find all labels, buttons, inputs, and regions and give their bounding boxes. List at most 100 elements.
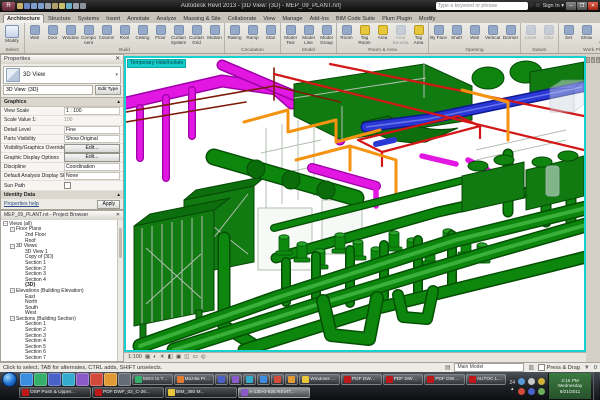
close-button[interactable]: ✕ <box>588 2 598 10</box>
press-drag-checkbox[interactable]: Press & Drag <box>538 364 580 371</box>
qat-icon[interactable] <box>59 3 65 9</box>
taskbar-button[interactable] <box>285 374 298 385</box>
taskbar-button[interactable]: PDF DWF_04_16... <box>341 374 382 385</box>
property-value[interactable]: 100 <box>64 117 120 123</box>
property-value[interactable]: Show Original <box>64 135 120 143</box>
taskbar-button[interactable] <box>257 374 270 385</box>
tray-icon[interactable] <box>528 388 535 395</box>
ribbon-panel-label[interactable]: Datum <box>522 47 557 53</box>
property-value[interactable]: Fine <box>64 126 120 134</box>
ribbon-panel-label[interactable]: Select <box>1 47 23 53</box>
ribbon-panel-label[interactable]: Work Plane <box>560 47 600 53</box>
restore-button[interactable]: ❐ <box>577 2 587 10</box>
ribbon-button[interactable]: Window <box>62 24 79 41</box>
taskbar-button[interactable]: MSG to Takeove... <box>132 374 173 385</box>
ribbon-button[interactable]: Model Text <box>282 24 299 46</box>
drawing-area[interactable]: Temporary Hide/Isolate <box>124 56 586 352</box>
quicklaunch-icon[interactable] <box>34 373 47 386</box>
browser-scrollbar[interactable] <box>117 220 123 361</box>
ribbon-tab[interactable]: Manage <box>279 15 305 23</box>
ribbon-tab[interactable]: Add-Ins <box>307 15 332 23</box>
ribbon-button[interactable]: Curtain Grid <box>188 24 205 46</box>
ribbon-tab[interactable]: Plum Plugin <box>379 15 415 23</box>
taskbar-button[interactable]: AUTOC LNP_B4... <box>466 374 507 385</box>
ribbon-button[interactable]: Grid <box>540 24 557 41</box>
ribbon-button[interactable]: Tag Room <box>356 24 373 46</box>
ribbon-tab[interactable]: Architecture <box>3 14 44 23</box>
property-value[interactable] <box>64 182 120 188</box>
tray-icon[interactable] <box>528 378 535 385</box>
ribbon-button[interactable]: Door <box>44 24 61 41</box>
taskbar-clock[interactable]: 4:16 PM Wednesday 9/21/2011 <box>548 373 591 399</box>
ribbon-tab[interactable]: Modify <box>416 15 438 23</box>
ribbon-button[interactable]: Tag Area <box>410 24 427 46</box>
quicklaunch-icon[interactable] <box>104 373 117 386</box>
view-minimize-icon[interactable]: – <box>586 57 590 63</box>
ribbon-button[interactable]: Area Boundary <box>392 24 409 46</box>
taskbar-button[interactable]: OSP Push & Upper... <box>19 387 91 398</box>
qat-icon[interactable] <box>52 3 58 9</box>
ribbon-button[interactable]: By Face <box>430 24 447 41</box>
ribbon-button[interactable]: Vertical <box>484 24 501 41</box>
ribbon-button[interactable]: Level <box>522 24 539 41</box>
taskbar-button[interactable]: BIM_360 M... <box>165 387 237 398</box>
ribbon-panel-label[interactable]: Build <box>26 47 223 53</box>
ribbon-button[interactable]: Ceiling <box>134 24 151 41</box>
temporary-hide-isolate-badge[interactable]: Temporary Hide/Isolate <box>127 59 186 68</box>
minimize-button[interactable]: – <box>566 2 576 10</box>
scale-control[interactable]: 1:100 <box>128 353 142 362</box>
ribbon-button[interactable]: Model Group <box>318 24 335 46</box>
ribbon-button[interactable]: Ref Plane <box>596 24 600 46</box>
property-value[interactable]: Edit... <box>64 144 120 152</box>
qat-icon[interactable] <box>31 3 37 9</box>
ribbon-button[interactable]: Wall <box>466 24 483 41</box>
quicklaunch-icon[interactable] <box>76 373 89 386</box>
worksets-icon[interactable]: ▤ <box>445 364 451 371</box>
property-value[interactable]: Edit... <box>64 153 120 161</box>
ribbon-button[interactable]: Show <box>578 24 595 41</box>
reveal-hidden-icon[interactable]: ◎ <box>201 353 206 362</box>
taskbar-button[interactable]: PDF DWF_04_14... <box>383 374 424 385</box>
3d-model-view[interactable] <box>126 58 584 350</box>
ribbon-button[interactable]: Curtain System <box>170 24 187 46</box>
shadows-icon[interactable]: ◧ <box>168 353 173 362</box>
search-icon[interactable]: ◌ <box>530 2 534 10</box>
ribbon-tab[interactable]: Collaborate <box>225 15 260 23</box>
quicklaunch-icon[interactable] <box>20 373 33 386</box>
ribbon-button[interactable]: Floor <box>152 24 169 41</box>
crop-view-icon[interactable]: ▣ <box>176 353 181 362</box>
type-selector[interactable]: 3D View ▾ <box>3 66 121 84</box>
ribbon-tab[interactable]: Massing & Site <box>180 15 223 23</box>
ribbon-button[interactable]: Shaft <box>448 24 465 41</box>
tree-item[interactable]: Section 7 <box>1 355 123 361</box>
qat-icon[interactable] <box>38 3 44 9</box>
crop-region-icon[interactable]: ◫ <box>184 353 189 362</box>
temporary-hide-isolate-icon[interactable]: ▭ <box>193 353 198 362</box>
star-icon[interactable]: ☆ <box>535 2 540 10</box>
expand-icon[interactable]: − <box>10 288 15 293</box>
expand-icon[interactable]: − <box>3 221 8 226</box>
view-restore-icon[interactable]: □ <box>591 57 595 63</box>
show-desktop-button[interactable] <box>593 372 599 400</box>
ribbon-tab[interactable]: Analyze <box>154 15 180 23</box>
ribbon-tab[interactable]: Structure <box>45 15 74 23</box>
qat-icon[interactable] <box>80 3 86 9</box>
properties-help-link[interactable]: Properties help <box>4 201 39 207</box>
ribbon-button[interactable]: Dormer <box>502 24 519 41</box>
viewcube[interactable] <box>550 80 584 112</box>
filter-icon[interactable]: ▼ <box>584 365 590 371</box>
start-button[interactable] <box>2 372 17 387</box>
ribbon-panel-label[interactable]: Room & Area <box>338 47 427 53</box>
ribbon-button[interactable]: Area <box>374 24 391 41</box>
detail-level-icon[interactable]: ▦ <box>145 353 150 362</box>
taskbar-button[interactable] <box>271 374 284 385</box>
ribbon-tab[interactable]: Systems <box>75 15 102 23</box>
revit-app-button[interactable]: R <box>2 2 15 11</box>
ribbon-tab[interactable]: BIM Code Suite <box>333 15 378 23</box>
taskbar-button[interactable] <box>243 374 256 385</box>
tray-icon[interactable] <box>518 388 525 395</box>
ribbon-button[interactable]: Mullion <box>206 24 223 41</box>
taskbar-button[interactable] <box>229 374 242 385</box>
design-options-icon[interactable]: ▥ <box>528 364 534 371</box>
taskbar-button[interactable]: Mozilla Program... <box>174 374 215 385</box>
